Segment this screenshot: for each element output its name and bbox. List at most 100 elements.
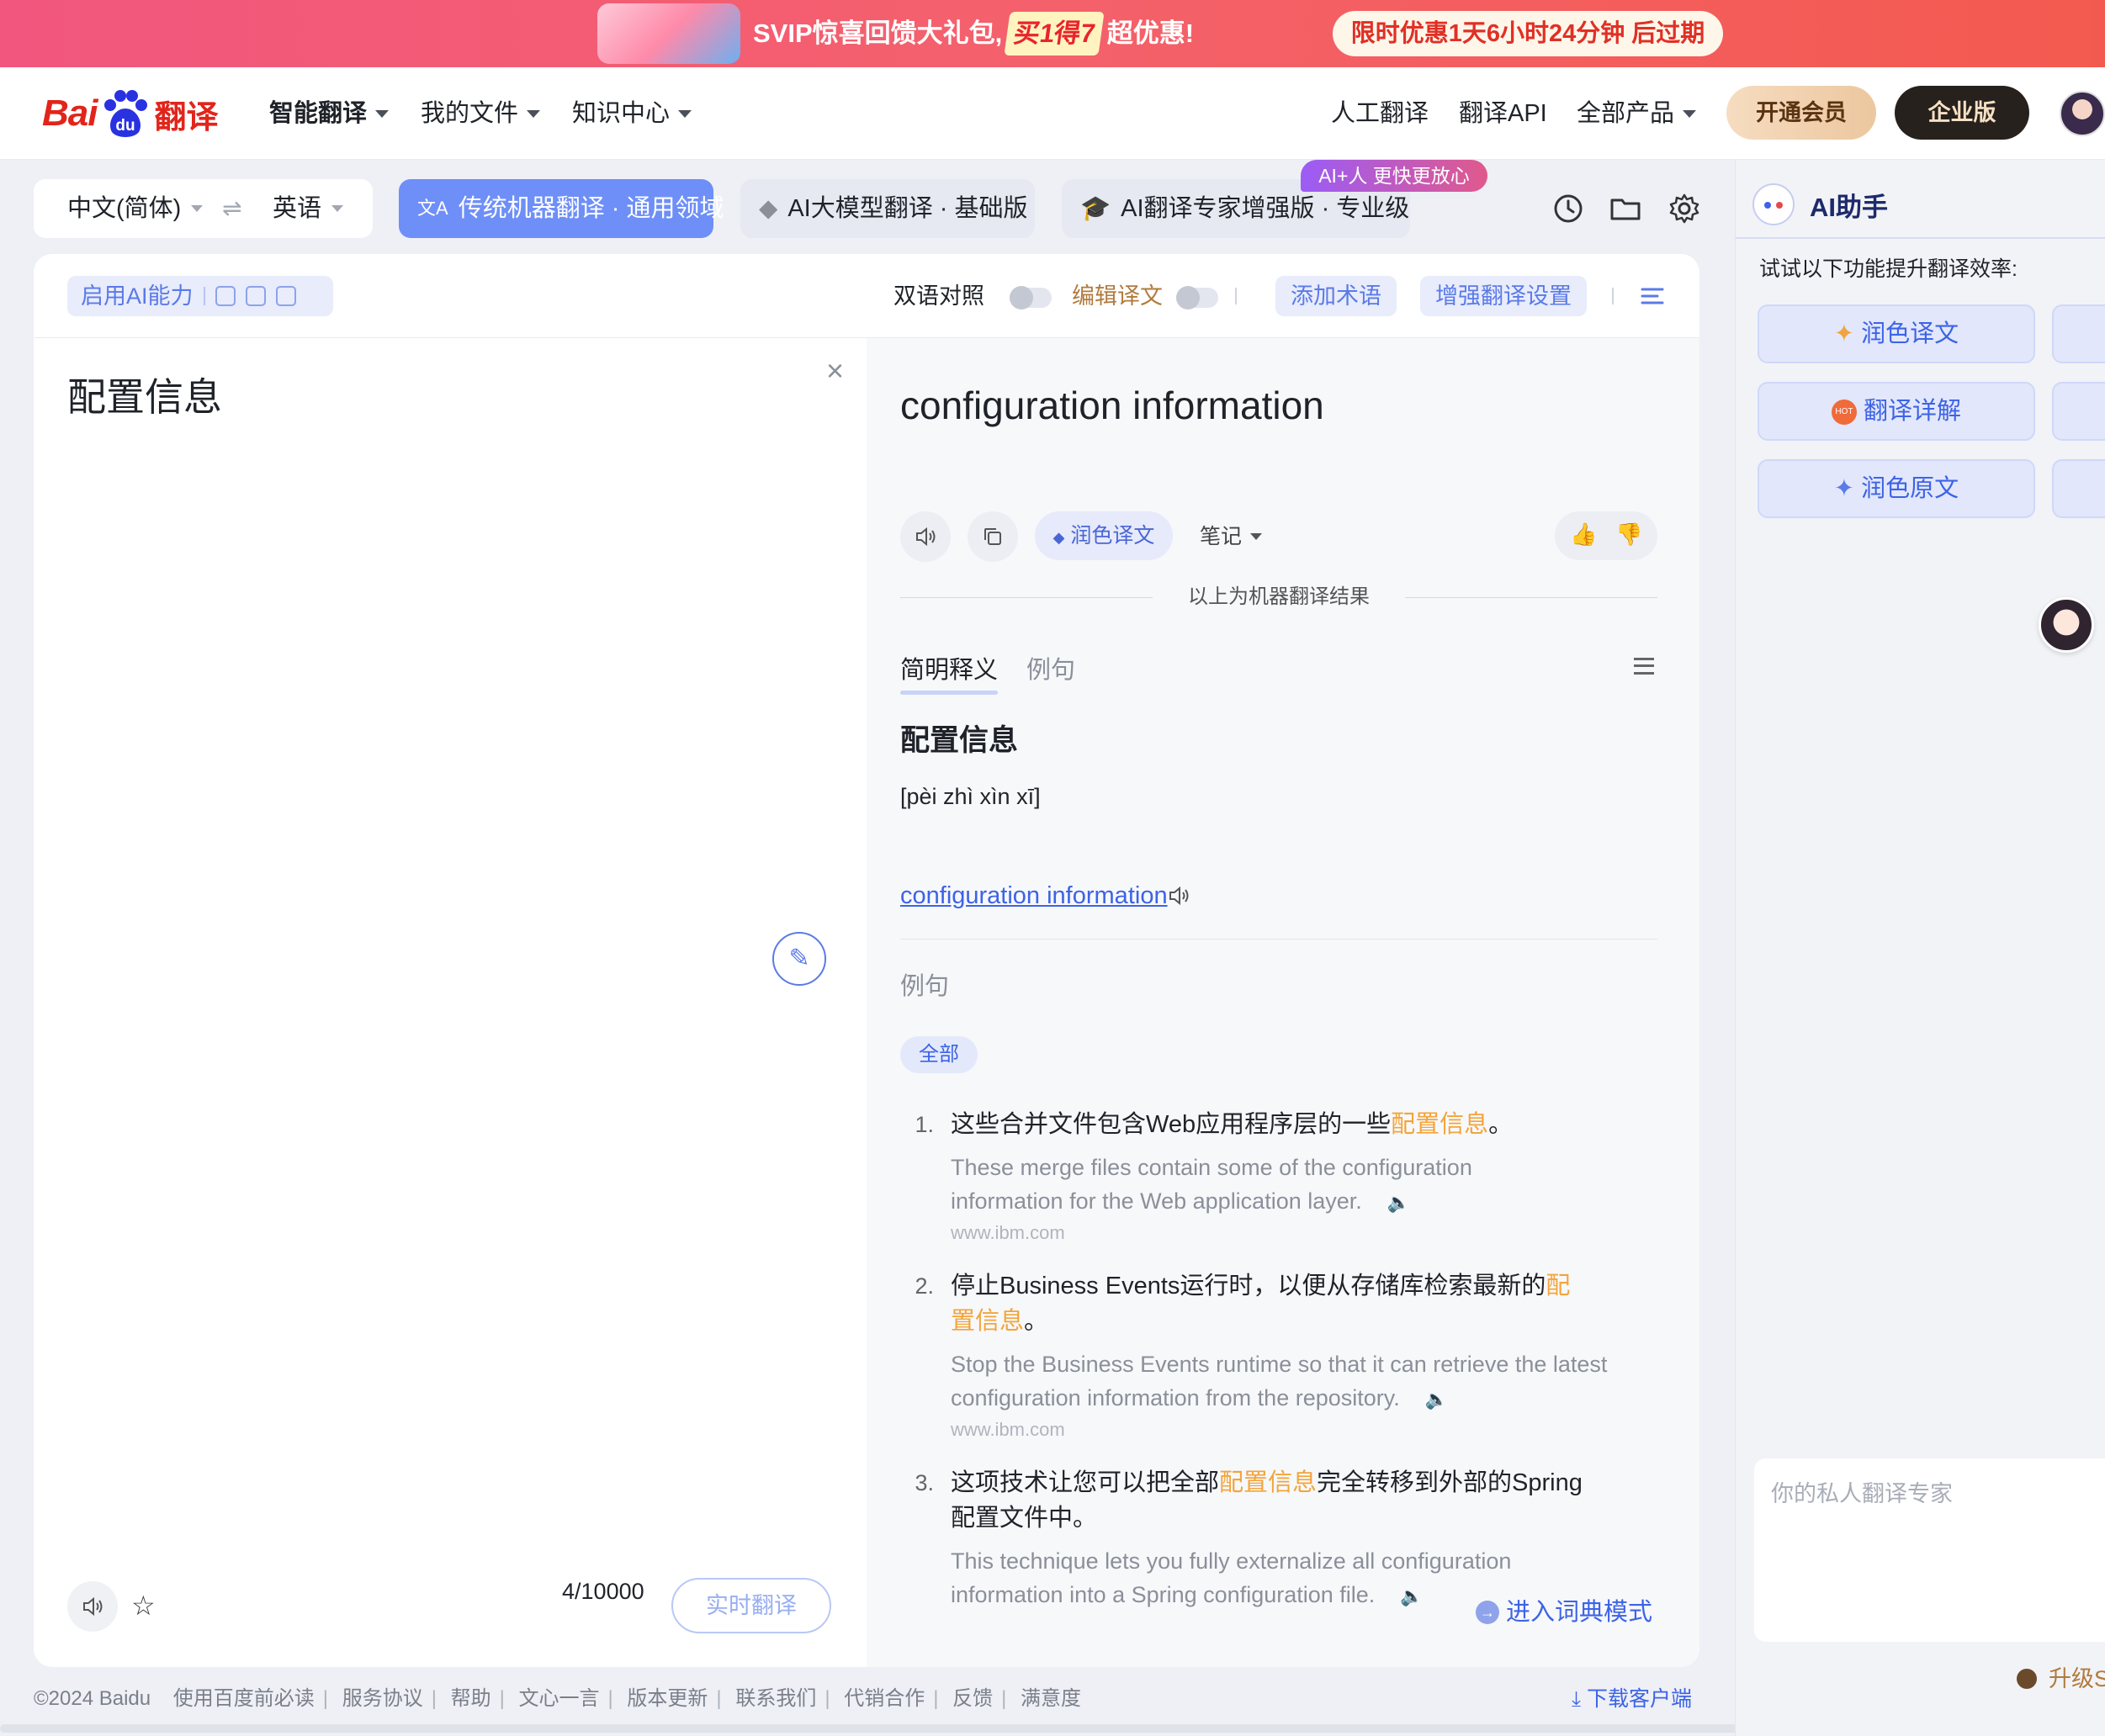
footer-link[interactable]: 文心一言: [519, 1687, 600, 1710]
edit-translation-toggle[interactable]: [1176, 286, 1218, 310]
footer-link[interactable]: 代销合作: [844, 1687, 925, 1710]
example-en: These merge files contain some of the co…: [951, 1151, 1540, 1220]
filter-all-chip[interactable]: 全部: [900, 1036, 978, 1073]
dict-definition-link[interactable]: configuration information: [900, 878, 1168, 913]
footer-link[interactable]: 联系我们: [735, 1687, 816, 1710]
bilingual-toggle[interactable]: [1010, 286, 1052, 310]
assistant-avatar[interactable]: [2039, 597, 2094, 653]
example-zh-text: 。: [1024, 1308, 1049, 1335]
promo-countdown[interactable]: 限时优惠1天6小时24分钟 后过期: [1333, 11, 1723, 56]
upgrade-link[interactable]: 升级S: [2017, 1662, 2105, 1696]
mode-traditional-mt[interactable]: 文A 传统机器翻译 · 通用领域: [399, 179, 724, 238]
footer-link[interactable]: 服务协议: [342, 1687, 423, 1710]
mode-ai-llm[interactable]: ◆ AI大模型翻译 · 基础版: [740, 179, 1035, 238]
footer-link[interactable]: 满意度: [1021, 1687, 1081, 1710]
enhance-settings-button[interactable]: 增强翻译设置: [1420, 276, 1587, 316]
magic-wand-icon: ✦: [1833, 475, 1855, 502]
nav-knowledge-label: 知识中心: [572, 100, 671, 127]
swap-icon[interactable]: ⇌: [222, 194, 241, 222]
ai-polish-source-button[interactable]: ✦ 润色原文: [1758, 459, 2035, 518]
polish-label: 润色译文: [1070, 524, 1155, 548]
speaker-icon[interactable]: 🔈: [1400, 1580, 1423, 1613]
ai-enable-button[interactable]: 启用AI能力: [67, 276, 333, 316]
footer-link[interactable]: 帮助: [451, 1687, 491, 1710]
enterprise-button[interactable]: 企业版: [1895, 86, 2029, 140]
cube-icon: [275, 286, 296, 306]
ai-button-label: 润色原文: [1861, 475, 1959, 502]
polish-translation-button[interactable]: ◆ 润色译文: [1035, 511, 1173, 560]
examples-title: 例句: [900, 973, 950, 1000]
promo-banner[interactable]: SVIP惊喜回馈大礼包, 买1得7 超优惠! 限时优惠1天6小时24分钟 后过期: [0, 0, 2105, 67]
vip-button[interactable]: 开通会员: [1726, 86, 1876, 140]
magic-wand-icon[interactable]: ✎: [772, 932, 826, 986]
ai-button-label: 润色译文: [1861, 320, 1959, 347]
footer-link[interactable]: 反馈: [952, 1687, 993, 1710]
tab-examples[interactable]: 例句: [1026, 653, 1075, 688]
realtime-translate-button[interactable]: 实时翻译: [671, 1578, 831, 1633]
ai-chat-input[interactable]: 你的私人翻译专家: [1754, 1458, 2105, 1642]
avatar[interactable]: [2060, 91, 2105, 136]
menu-icon[interactable]: [1634, 658, 1654, 675]
document-icon: [245, 286, 266, 306]
speaker-icon[interactable]: 🔈: [1425, 1383, 1448, 1416]
notes-dropdown[interactable]: 笔记: [1200, 521, 1263, 552]
footer-link[interactable]: 版本更新: [627, 1687, 708, 1710]
ai-chat-placeholder: 你的私人翻译专家: [1771, 1481, 1953, 1506]
nav-knowledge[interactable]: 知识中心: [572, 94, 692, 133]
folder-icon[interactable]: [1609, 192, 1642, 225]
ai-more-button[interactable]: [2052, 304, 2105, 363]
dict-pinyin: [pèi zhì xìn xī]: [900, 784, 1041, 809]
chevron-down-icon: [678, 109, 692, 118]
separator: |: [825, 1687, 830, 1710]
nav-my-files[interactable]: 我的文件: [421, 94, 541, 133]
star-icon[interactable]: ☆: [131, 1590, 156, 1622]
thumbs-down-icon[interactable]: 👎: [1615, 521, 1642, 548]
horizontal-scrollbar[interactable]: [0, 1724, 1868, 1733]
nav-all-products[interactable]: 全部产品: [1577, 94, 1697, 133]
nav-human-translate[interactable]: 人工翻译: [1331, 94, 1429, 133]
source-text[interactable]: 配置信息: [67, 372, 222, 422]
ai-assistant-panel: AI助手 试试以下功能提升翻译效率: ✦ 润色译文 HOT 翻译详解 ✦ 润色原…: [1735, 160, 2105, 1736]
example-number: 3.: [915, 1470, 934, 1495]
chevron-down-icon: [375, 109, 390, 118]
divider: [203, 287, 205, 305]
speaker-icon[interactable]: 🔈: [1387, 1186, 1410, 1220]
target-text[interactable]: configuration information: [900, 380, 1324, 431]
target-language-select[interactable]: 英语: [273, 193, 344, 225]
close-icon[interactable]: ×: [826, 353, 844, 389]
example-zh-text: 这些合并文件包含Web应用程序层的一些: [951, 1111, 1392, 1138]
baidu-logo[interactable]: Bai du 翻译: [42, 86, 219, 141]
char-count: 4: [562, 1579, 575, 1604]
add-term-button[interactable]: 添加术语: [1275, 276, 1397, 316]
speaker-icon[interactable]: [67, 1581, 118, 1632]
divider: [1612, 288, 1614, 304]
nav-api[interactable]: 翻译API: [1459, 94, 1547, 133]
align-icon[interactable]: [1637, 281, 1668, 311]
nav-human-translate-label: 人工翻译: [1331, 100, 1429, 127]
divider: [1736, 237, 2105, 239]
chevron-down-icon: [331, 205, 344, 212]
download-client-link[interactable]: ⤓ 下载客户端: [1572, 1682, 1692, 1716]
gear-icon[interactable]: [1668, 192, 1701, 225]
example-number: 1.: [915, 1112, 934, 1137]
example-highlight: 配置信息: [1391, 1111, 1489, 1138]
speaker-icon[interactable]: [900, 511, 951, 562]
thumbs-up-icon[interactable]: 👍: [1570, 521, 1597, 548]
ai-polish-translation-button[interactable]: ✦ 润色译文: [1758, 304, 2035, 363]
dictionary-mode-link[interactable]: → 进入词典模式: [1476, 1595, 1652, 1630]
char-counter: 4/10000: [562, 1575, 644, 1608]
history-icon[interactable]: [1551, 192, 1585, 225]
ai-more-button[interactable]: [2052, 382, 2105, 441]
nav-smart-translate[interactable]: 智能翻译: [269, 94, 390, 133]
source-language-select[interactable]: 中文(简体): [67, 193, 204, 225]
speaker-icon[interactable]: [1166, 883, 1191, 908]
separator: |: [1001, 1687, 1007, 1710]
tab-brief[interactable]: 简明释义: [900, 653, 999, 695]
ai-human-badge: AI+人 更快更放心: [1301, 160, 1487, 192]
copy-icon[interactable]: [968, 511, 1018, 562]
dictionary-mode-label: 进入词典模式: [1506, 1599, 1653, 1626]
translation-card: 启用AI能力 双语对照 编辑译文 添加术语 增强翻译设置 配置信息 × ✎ ☆ …: [34, 254, 1699, 1667]
ai-translation-detail-button[interactable]: HOT 翻译详解: [1758, 382, 2035, 441]
footer-link[interactable]: 使用百度前必读: [173, 1687, 315, 1710]
ai-more-button[interactable]: [2052, 459, 2105, 518]
